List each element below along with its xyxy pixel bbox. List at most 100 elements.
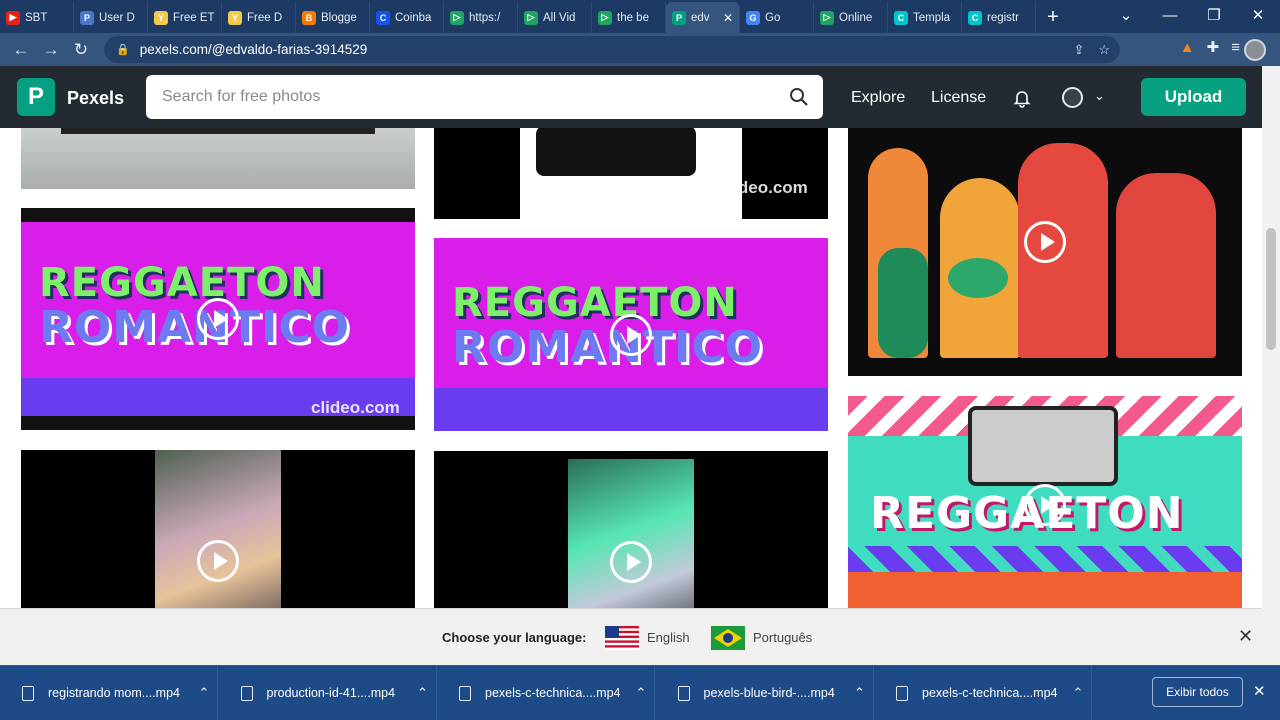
share-icon[interactable]: ⇪ — [1073, 42, 1084, 58]
play-icon[interactable] — [610, 314, 652, 356]
pexels-logo-icon[interactable]: P — [17, 78, 55, 116]
tab-title: Online — [839, 11, 873, 24]
chevron-up-icon[interactable]: ⌃ — [1065, 685, 1091, 701]
chevron-up-icon[interactable]: ⌃ — [847, 685, 873, 701]
browser-tab[interactable]: ▶ SBT — [0, 2, 74, 33]
chevron-up-icon[interactable]: ⌃ — [628, 685, 654, 701]
play-icon: ▷ — [450, 10, 464, 25]
download-filename: pexels-c-technica....mp4 — [485, 686, 621, 700]
search-input[interactable] — [146, 75, 746, 119]
user-avatar[interactable] — [1062, 87, 1083, 108]
play-icon[interactable] — [197, 298, 239, 340]
file-icon — [22, 685, 34, 701]
browser-tab[interactable]: ▷ Online — [814, 2, 888, 33]
play-icon[interactable] — [610, 541, 652, 583]
browser-tab[interactable]: B Blogge — [296, 2, 370, 33]
show-all-downloads-button[interactable]: Exibir todos — [1152, 677, 1243, 707]
browser-tab[interactable]: C Templa — [888, 2, 962, 33]
download-item[interactable]: pexels-c-technica....mp4 ⌃ — [874, 666, 1092, 720]
scrollbar-thumb[interactable] — [1266, 228, 1276, 350]
close-icon[interactable]: ✕ — [1238, 626, 1253, 647]
profile-avatar[interactable] — [1244, 39, 1266, 61]
tab-title: All Vid — [543, 11, 576, 24]
back-button[interactable]: ← — [6, 35, 36, 65]
browser-tab[interactable]: P User D — [74, 2, 148, 33]
metamask-icon[interactable]: ▲ — [1180, 39, 1195, 56]
play-icon[interactable] — [1024, 484, 1066, 526]
download-filename: pexels-blue-bird-....mp4 — [703, 686, 835, 700]
language-english[interactable]: English — [647, 630, 690, 645]
browser-tab[interactable]: ▷ https:/ — [444, 2, 518, 33]
chevron-up-icon[interactable]: ⌃ — [410, 685, 436, 701]
browser-tab[interactable]: G Go — [740, 2, 814, 33]
us-flag-icon[interactable] — [605, 626, 639, 650]
browser-tab[interactable]: Cregistr — [962, 2, 1036, 33]
video-tile[interactable]: clideo.com — [434, 128, 828, 219]
browser-tab-strip: ▶ SBT P User D Y Free ET Y Free D B Blogge C Coinba… — [0, 0, 1280, 33]
download-filename: production-id-41....mp4 — [266, 686, 396, 700]
video-tile[interactable]: REGGAETON ROMANTICO clideo.com — [21, 208, 415, 430]
download-item[interactable]: pexels-c-technica....mp4 ⌃ — [437, 666, 655, 720]
blogger-icon: B — [302, 10, 316, 25]
tab-title: Coinba — [395, 11, 432, 24]
window-controls: ⌄ — ❐ ✕ — [1104, 0, 1280, 30]
download-item[interactable]: registrando mom....mp4 ⌃ — [0, 666, 218, 720]
search-icon[interactable] — [789, 87, 809, 107]
video-grid: REGGAETON ROMANTICO clideo.com clideo.co… — [0, 128, 1262, 608]
extensions-puzzle-icon[interactable]: ✚ — [1207, 38, 1220, 56]
page-scrollbar[interactable] — [1262, 66, 1280, 665]
minimize-icon[interactable]: — — [1148, 0, 1192, 30]
close-downloads-icon[interactable]: ✕ — [1253, 682, 1266, 700]
coinbase-icon: C — [376, 10, 390, 25]
download-item[interactable]: production-id-41....mp4 ⌃ — [219, 666, 437, 720]
video-tile[interactable]: REGGAETON ROMANTICO — [434, 238, 828, 431]
bookmark-star-icon[interactable]: ☆ — [1098, 42, 1110, 58]
tab-title: registr — [987, 11, 1019, 24]
new-tab-button[interactable]: + — [1036, 2, 1070, 33]
reload-button[interactable]: ↻ — [66, 35, 96, 65]
tile-title-line2: ROMANTICO — [452, 322, 764, 373]
video-tile[interactable] — [434, 451, 828, 608]
video-tile[interactable] — [848, 128, 1242, 376]
brazil-flag-icon[interactable] — [711, 626, 745, 650]
close-tab-icon[interactable]: ✕ — [723, 11, 733, 25]
nav-license[interactable]: License — [931, 89, 986, 107]
file-icon — [896, 685, 908, 701]
forward-button[interactable]: → — [36, 35, 66, 65]
tab-title: SBT — [25, 11, 48, 24]
browser-tab[interactable]: Y Free D — [222, 2, 296, 33]
tab-title: Blogge — [321, 11, 357, 24]
language-portugues[interactable]: Português — [753, 630, 812, 645]
watermark: clideo.com — [719, 178, 808, 197]
canva-icon: C — [894, 10, 908, 25]
video-tile[interactable]: REGGAETON — [848, 396, 1242, 608]
tab-title: Templa — [913, 11, 951, 24]
play-icon: ▷ — [524, 10, 538, 25]
window-dropdown-icon[interactable]: ⌄ — [1104, 0, 1148, 30]
notification-bell-icon[interactable] — [1012, 88, 1032, 108]
upload-button[interactable]: Upload — [1141, 78, 1246, 116]
tab-title: Free ET — [173, 11, 215, 24]
file-icon — [459, 685, 471, 701]
browser-tab[interactable]: Pedv ✕ — [666, 2, 740, 33]
page-icon: P — [80, 10, 94, 25]
browser-tab[interactable]: ▷ the be — [592, 2, 666, 33]
maximize-icon[interactable]: ❐ — [1192, 0, 1236, 30]
close-window-icon[interactable]: ✕ — [1236, 0, 1280, 30]
play-icon[interactable] — [197, 540, 239, 582]
chevron-up-icon[interactable]: ⌃ — [191, 685, 217, 701]
chevron-down-icon[interactable]: ⌄ — [1094, 88, 1105, 104]
browser-tab[interactable]: ▷ All Vid — [518, 2, 592, 33]
browser-tab[interactable]: Y Free ET — [148, 2, 222, 33]
download-item[interactable]: pexels-blue-bird-....mp4 ⌃ — [656, 666, 874, 720]
pexels-header: P Pexels Explore License ⌄ Upload — [0, 66, 1262, 128]
play-icon[interactable] — [1024, 221, 1066, 263]
play-icon: ▷ — [598, 10, 612, 25]
nav-explore[interactable]: Explore — [851, 89, 905, 107]
media-control-icon[interactable]: ≡ — [1231, 39, 1240, 56]
pexels-brand[interactable]: Pexels — [67, 88, 124, 109]
video-tile[interactable] — [21, 128, 415, 189]
browser-tab[interactable]: C Coinba — [370, 2, 444, 33]
address-bar[interactable]: 🔒 pexels.com/@edvaldo-farias-3914529 ⇪ ☆ — [104, 36, 1120, 63]
video-tile[interactable] — [21, 450, 415, 608]
